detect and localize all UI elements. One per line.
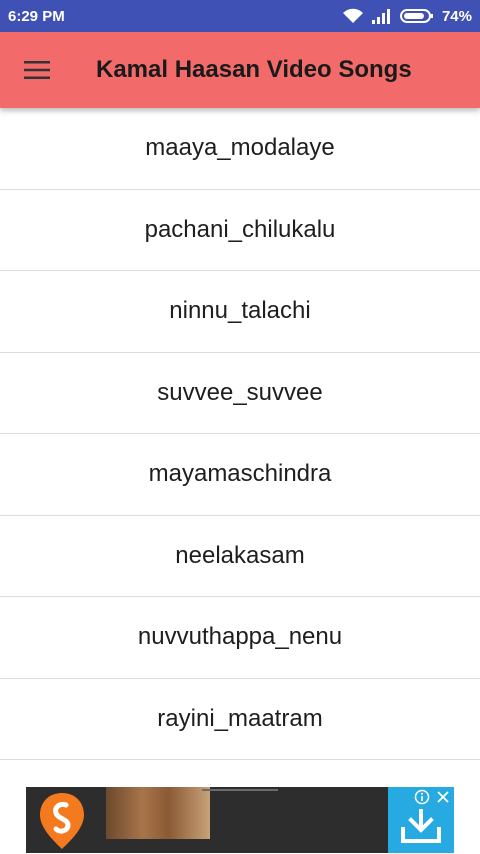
ad-food-image [106, 787, 210, 839]
status-time: 6:29 PM [8, 7, 65, 25]
song-list: maaya_modalaye pachani_chilukalu ninnu_t… [0, 108, 480, 760]
list-item[interactable]: ninnu_talachi [0, 271, 480, 353]
list-item[interactable]: mayamaschindra [0, 434, 480, 516]
list-item[interactable]: neelakasam [0, 516, 480, 597]
ad-divider [202, 789, 278, 791]
list-item[interactable]: nuvvuthappa_nenu [0, 597, 480, 679]
menu-icon [24, 61, 50, 79]
list-item[interactable]: suvvee_suvvee [0, 353, 480, 434]
battery-percent: 74% [441, 7, 472, 25]
download-icon [401, 809, 441, 843]
status-bar: 6:29 PM 74% [0, 0, 480, 32]
signal-icon [371, 9, 390, 24]
ad-banner[interactable] [26, 787, 454, 853]
swiggy-logo-icon [40, 793, 84, 849]
battery-icon [399, 9, 433, 23]
list-item[interactable]: maaya_modalaye [0, 108, 480, 190]
page-title: Kamal Haasan Video Songs [96, 56, 412, 83]
ad-download-button[interactable] [388, 787, 454, 853]
list-item[interactable]: pachani_chilukalu [0, 190, 480, 271]
menu-button[interactable] [0, 32, 74, 108]
list-item[interactable]: rayini_maatram [0, 679, 480, 760]
ad-info-icon[interactable] [414, 789, 452, 805]
status-icons: 74% [342, 8, 472, 25]
wifi-icon [342, 8, 363, 23]
app-bar: Kamal Haasan Video Songs [0, 32, 480, 108]
